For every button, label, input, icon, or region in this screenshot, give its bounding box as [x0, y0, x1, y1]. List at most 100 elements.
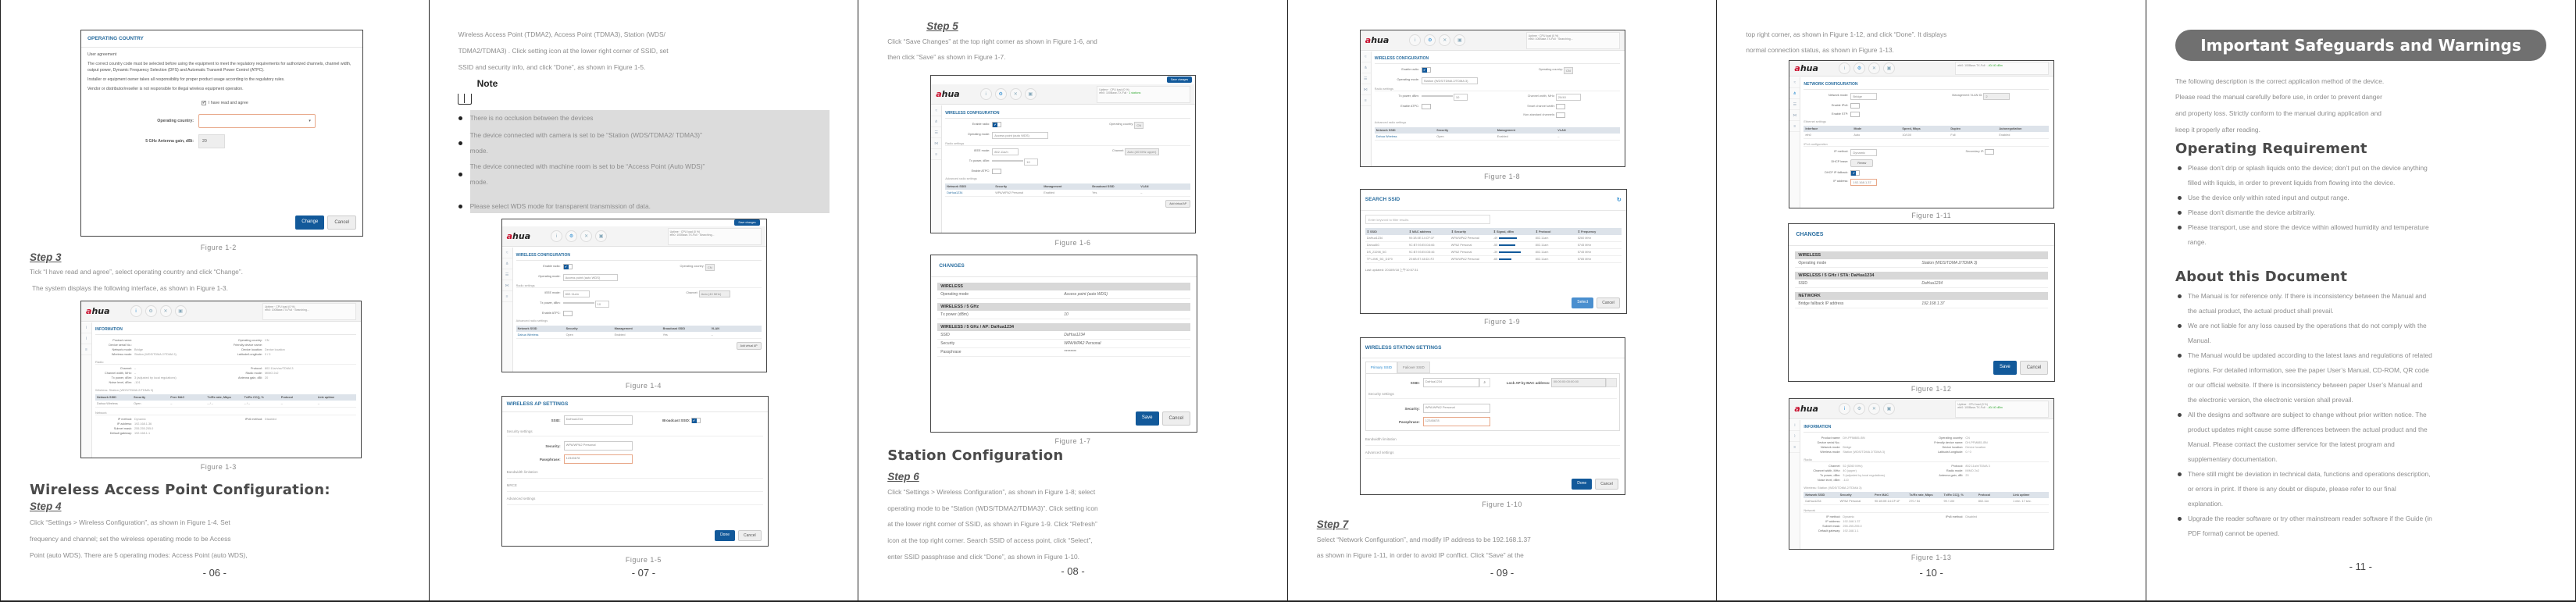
security-select[interactable]: WPA/WPA2 Personal: [1422, 404, 1490, 413]
briefcase-icon[interactable]: ▣: [595, 230, 608, 242]
ieee-mode-select[interactable]: 802.11a/n: [992, 148, 1019, 155]
enable-radio-toggle[interactable]: [562, 264, 573, 269]
list-icon[interactable]: ≡: [1360, 95, 1371, 106]
tools-icon[interactable]: ✕: [1439, 34, 1451, 46]
wifi-icon[interactable]: ≈: [1360, 52, 1371, 62]
ssid-row[interactable]: DS_23298_5G 9C:B7:93:E0:D5:46 WPA2 Persona…: [1365, 249, 1622, 256]
tx-power-input[interactable]: 10: [1024, 159, 1039, 166]
tools-icon[interactable]: ✕: [1868, 403, 1880, 415]
share-icon[interactable]: ⋈: [931, 138, 942, 149]
tx-power-slider[interactable]: [562, 302, 594, 304]
column-header[interactable]: ⇕ MAC address: [1409, 230, 1451, 233]
column-header[interactable]: ⇕ Signal, dBm: [1493, 230, 1536, 233]
change-button[interactable]: Change: [295, 216, 325, 230]
briefcase-icon[interactable]: ▣: [1882, 62, 1895, 74]
mrce-link[interactable]: MRCE: [506, 483, 763, 492]
list-icon[interactable]: ≡: [1789, 121, 1800, 132]
table-row[interactable]: DaHua1234 WPA/WPA2 Personal Enabled Yes –: [945, 190, 1191, 197]
sliders-icon[interactable]: ☰: [931, 127, 942, 138]
tools-icon[interactable]: ✕: [159, 305, 172, 317]
info-icon[interactable]: i: [1838, 403, 1850, 415]
gear-icon[interactable]: ⚙: [566, 230, 578, 242]
briefcase-icon[interactable]: ▣: [1882, 403, 1895, 415]
management-vlan-input[interactable]: 2: [1983, 93, 2010, 100]
ssid-input[interactable]: DaHua1234: [563, 415, 633, 425]
network-icon[interactable]: ⋔: [931, 116, 942, 127]
non-standard-channels-toggle[interactable]: [1555, 112, 1565, 118]
filter-input[interactable]: Enter keyword to filter results: [1365, 215, 1490, 224]
ssid-input[interactable]: DaHua1234: [1422, 378, 1479, 387]
network-mode-select[interactable]: Bridge: [1850, 93, 1878, 100]
advanced-settings-link[interactable]: Advanced settings: [1365, 451, 1620, 459]
ip-method-select[interactable]: Dynamic: [1850, 149, 1878, 156]
search-icon[interactable]: ⌕: [1479, 378, 1490, 387]
list-icon[interactable]: ≡: [931, 149, 942, 160]
ip-address-input[interactable]: 192.168.1.37: [1850, 179, 1878, 186]
tab-failover-ssid[interactable]: Failover SSID: [1397, 362, 1430, 373]
ssid-row[interactable]: TP-LINK_5G_D1F0 20:6B:E7:48:D1:F2 WPA/WPA2…: [1365, 256, 1622, 263]
advanced-settings-link[interactable]: Advanced settings: [506, 497, 763, 505]
sidebar-list-icon[interactable]: ≡: [81, 344, 91, 355]
sidebar-info-icon[interactable]: i: [81, 322, 91, 333]
refresh-icon[interactable]: ↻: [1617, 197, 1622, 203]
add-virtual-ap-button[interactable]: Add virtual AP: [1165, 200, 1191, 208]
enable-atpc-toggle[interactable]: [1421, 104, 1431, 109]
table-row[interactable]: DaHua1234 WPA2 Personal 90:1B:0E:14:CF:1F 2…: [1804, 498, 2050, 505]
share-icon[interactable]: ⋈: [1360, 84, 1371, 95]
network-icon[interactable]: ⋔: [501, 258, 512, 269]
operating-country-select[interactable]: ▾: [198, 114, 316, 128]
operating-mode-select[interactable]: Access point (auto WDS): [992, 132, 1049, 139]
gear-icon[interactable]: ⚙: [1853, 403, 1865, 415]
enable-radio-toggle[interactable]: [992, 122, 1002, 127]
passphrase-input[interactable]: 12345678: [1422, 417, 1490, 426]
tools-icon[interactable]: ✕: [1868, 62, 1880, 74]
sidebar-chart-icon[interactable]: ⌇: [81, 333, 91, 344]
sliders-icon[interactable]: ☰: [1360, 73, 1371, 84]
channel-width-select[interactable]: 20/40: [1555, 94, 1581, 101]
bandwidth-limitation-link[interactable]: Bandwidth limitation: [506, 470, 763, 479]
briefcase-icon[interactable]: ▣: [1024, 88, 1036, 100]
tx-power-slider[interactable]: [992, 160, 1024, 162]
sidebar-info-icon[interactable]: i: [1789, 420, 1800, 431]
operating-mode-select[interactable]: Station (WDS/TDMA 2/TDMA 3): [1421, 77, 1478, 84]
column-header[interactable]: ⇕ Protocol: [1536, 230, 1578, 233]
info-icon[interactable]: i: [979, 88, 992, 100]
gear-icon[interactable]: ⚙: [144, 305, 157, 317]
ssid-row[interactable]: DaHua1234 90:1B:0E:14:CF:1F WPA/WPA2 Perso…: [1365, 235, 1622, 242]
save-button[interactable]: Save: [1993, 361, 2017, 375]
column-header[interactable]: ⇕ Security: [1451, 230, 1493, 233]
enable-radio-toggle[interactable]: [1421, 67, 1431, 73]
done-button[interactable]: Done: [1572, 479, 1593, 490]
table-row[interactable]: Dahua Wireless Open Enabled Yes –: [516, 332, 762, 339]
cancel-button[interactable]: Cancel: [2019, 361, 2049, 375]
bandwidth-limitation-link[interactable]: Bandwidth limitation: [1365, 437, 1620, 446]
advanced-radio-settings-link[interactable]: Advanced radio settings: [516, 319, 762, 322]
tx-power-slider[interactable]: [1421, 95, 1453, 97]
tools-icon[interactable]: ✕: [1009, 88, 1022, 100]
advanced-radio-settings-link[interactable]: Advanced radio settings: [1375, 121, 1620, 124]
gear-icon[interactable]: ⚙: [994, 88, 1007, 100]
gear-icon[interactable]: ⚙: [1424, 34, 1436, 46]
enable-atpc-toggle[interactable]: [992, 169, 1002, 174]
secondary-ip-toggle[interactable]: [1985, 149, 1995, 155]
save-button[interactable]: Save: [1135, 411, 1159, 426]
network-icon[interactable]: ⋔: [1360, 62, 1371, 73]
lock-ap-input[interactable]: 00:00:00:00:00:00: [1550, 378, 1606, 387]
list-icon[interactable]: ≡: [501, 291, 512, 302]
sidebar-chart-icon[interactable]: ⌇: [1789, 431, 1800, 442]
table-row[interactable]: eth0 Auto 10/100 Full Enabled: [1804, 132, 2050, 139]
info-icon[interactable]: i: [130, 305, 142, 317]
info-icon[interactable]: i: [1838, 62, 1850, 74]
renew-button[interactable]: Renew: [1850, 159, 1874, 167]
tx-power-input[interactable]: 10: [594, 301, 609, 308]
gear-icon[interactable]: ⚙: [1853, 62, 1865, 74]
wifi-icon[interactable]: ≈: [501, 248, 512, 258]
wifi-icon[interactable]: ≈: [931, 105, 942, 116]
antenna-gain-input[interactable]: 20: [198, 134, 225, 148]
table-row[interactable]: Dahua Wireless Open – – / – – / – – –: [95, 401, 356, 408]
ieee-mode-select[interactable]: 802.11a/n: [562, 290, 590, 297]
column-header[interactable]: ⇕ Frequency: [1578, 230, 1620, 233]
tools-icon[interactable]: ✕: [580, 230, 593, 242]
smart-channel-toggle[interactable]: [1555, 104, 1565, 109]
agree-checkbox[interactable]: ✔: [202, 101, 206, 105]
